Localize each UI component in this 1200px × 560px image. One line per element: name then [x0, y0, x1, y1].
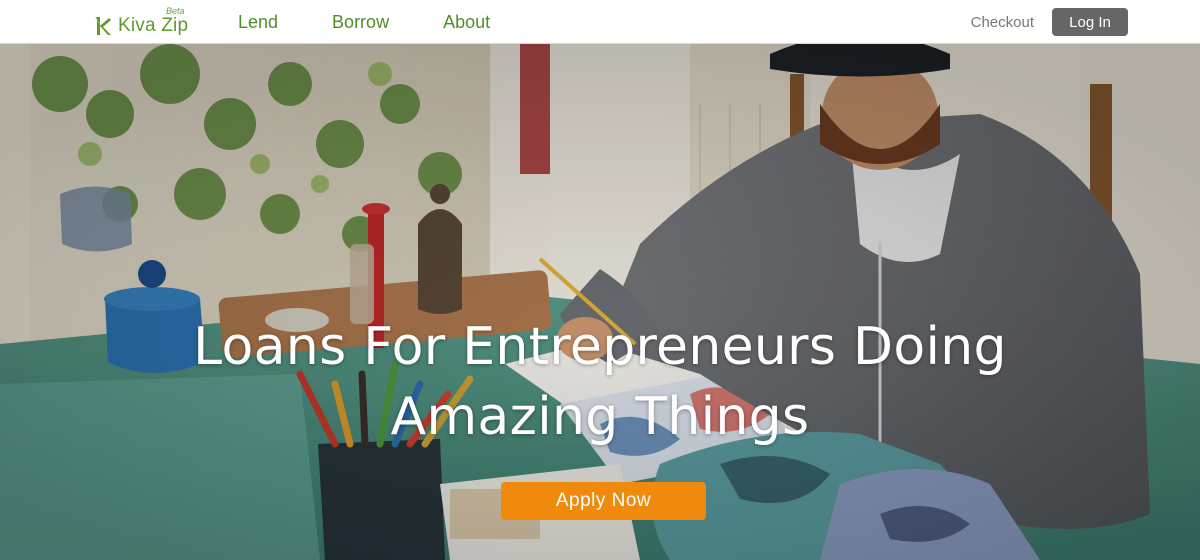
account-nav: Checkout Log In	[971, 0, 1128, 44]
hero-banner: Loans For Entrepreneurs Doing Amazing Th…	[0, 44, 1200, 560]
kiva-leaf-icon	[95, 16, 111, 35]
logo-text: Kiva Zip	[118, 15, 189, 36]
hero-title-line-2: Amazing Things	[390, 387, 810, 447]
apply-now-button[interactable]: Apply Now	[501, 482, 706, 520]
hero-title: Loans For Entrepreneurs Doing Amazing Th…	[0, 312, 1200, 452]
kiva-zip-logo[interactable]: Kiva Zip Beta	[94, 6, 189, 37]
nav-item-borrow[interactable]: Borrow	[332, 0, 389, 44]
top-navbar: Kiva Zip Beta Lend Borrow About Checkout…	[0, 0, 1200, 44]
nav-item-lend[interactable]: Lend	[238, 0, 278, 44]
nav-item-about[interactable]: About	[443, 0, 490, 44]
login-button[interactable]: Log In	[1052, 8, 1128, 36]
hero-title-line-1: Loans For Entrepreneurs Doing	[193, 317, 1007, 377]
beta-badge: Beta	[166, 6, 185, 16]
main-nav: Lend Borrow About	[238, 0, 544, 44]
checkout-link[interactable]: Checkout	[971, 14, 1034, 31]
